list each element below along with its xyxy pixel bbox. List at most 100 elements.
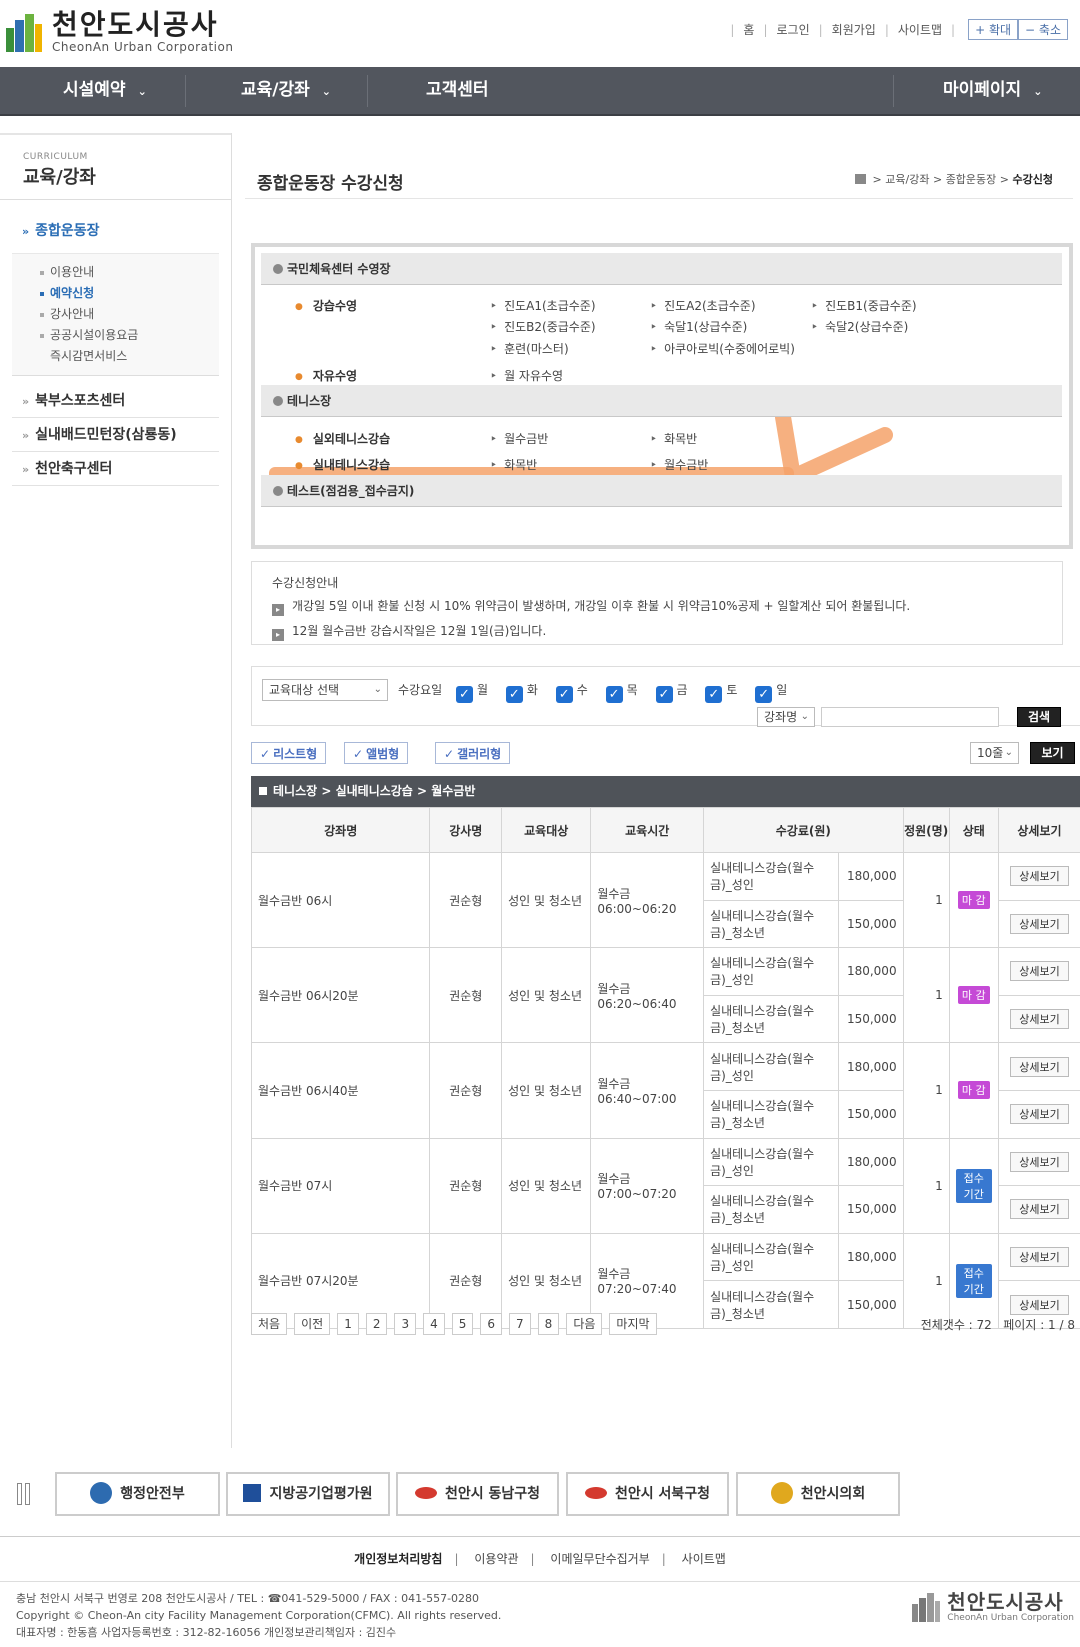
site-logo[interactable]: 천안도시공사 CheonAn Urban Corporation <box>2 10 233 54</box>
page-number[interactable]: 8 <box>537 1313 560 1335</box>
privacy-policy-link[interactable]: 개인정보처리방침 <box>354 1552 442 1566</box>
login-link[interactable]: 로그인 <box>776 21 809 38</box>
page-next[interactable]: 다음 <box>566 1313 603 1335</box>
home-icon[interactable] <box>855 174 867 184</box>
page-number[interactable]: 1 <box>337 1313 359 1335</box>
banner-mois[interactable]: 행정안전부 <box>55 1472 220 1516</box>
side-cat-north-sports[interactable]: » 북부스포츠센터 <box>12 384 219 418</box>
section-title: 테니스장 <box>287 394 332 408</box>
detail-button[interactable]: 상세보기 <box>1010 1294 1069 1315</box>
search-button[interactable]: 검색 <box>1017 707 1061 727</box>
detail-button[interactable]: 상세보기 <box>1010 913 1069 934</box>
breadcrumb-item[interactable]: 종합운동장 <box>946 173 997 186</box>
side-sub-fees[interactable]: 공공시설이용요금 <box>40 325 219 346</box>
gnb-education[interactable]: 교육/강좌 ⌄ <box>241 67 331 114</box>
detail-button[interactable]: 상세보기 <box>1010 866 1069 887</box>
page-prev[interactable]: 이전 <box>294 1313 331 1335</box>
home-link[interactable]: 홈 <box>743 21 754 38</box>
banner-dongnam[interactable]: 천안시 동남구청 <box>396 1472 559 1516</box>
breadcrumb-item[interactable]: 교육/강좌 <box>885 173 929 186</box>
zoom-out-button[interactable]: − 축소 <box>1018 19 1068 40</box>
program-list: 국민체육센터 수영장 강습수영 진도A1(초급수준) 진도A2(초급수준) 진도… <box>251 243 1073 549</box>
day-mon[interactable]: ✓ 월 <box>456 683 488 703</box>
page-number[interactable]: 2 <box>365 1313 388 1335</box>
zoom-in-button[interactable]: + 확대 <box>968 19 1019 40</box>
day-fri[interactable]: ✓ 금 <box>655 683 688 703</box>
page-number[interactable]: 5 <box>451 1313 474 1335</box>
page-number[interactable]: 4 <box>423 1313 445 1335</box>
per-page-select[interactable]: 10줄 ⌄ <box>970 742 1019 764</box>
program-link[interactable]: 숙달1(상급수준) <box>650 318 747 335</box>
program-link[interactable]: 진도A2(초급수준) <box>650 297 755 314</box>
banner-council[interactable]: 천안시의회 <box>736 1472 900 1516</box>
program-link[interactable]: 화목반 <box>490 456 537 473</box>
program-link[interactable]: 아쿠아로빅(수중에어로빅) <box>650 340 795 357</box>
side-sub-reservation[interactable]: 예약신청 <box>40 283 219 304</box>
detail-button[interactable]: 상세보기 <box>1010 1056 1069 1077</box>
footer-logo-mark-icon <box>912 1593 941 1622</box>
detail-button[interactable]: 상세보기 <box>1010 1247 1069 1268</box>
view-list-button[interactable]: ✓ 리스트형 <box>251 742 327 764</box>
program-link[interactable]: 월수금반 <box>650 456 708 473</box>
signup-link[interactable]: 회원가입 <box>832 21 876 38</box>
view-button[interactable]: 보기 <box>1030 742 1075 764</box>
page-first[interactable]: 처음 <box>251 1313 288 1335</box>
program-link[interactable]: 화목반 <box>650 430 697 447</box>
sitemap-link[interactable]: 사이트맵 <box>898 21 942 38</box>
page-number[interactable]: 7 <box>509 1313 531 1335</box>
side-sub-reduction[interactable]: 즉시감면서비스 <box>40 346 219 367</box>
program-link[interactable]: 월 자유수영 <box>490 367 563 384</box>
day-sat[interactable]: ✓ 토 <box>705 683 737 703</box>
side-cat-stadium[interactable]: » 종합운동장 <box>12 220 219 253</box>
course-hours: 06:20~06:40 <box>597 996 677 1011</box>
detail-cell: 상세보기 <box>997 994 1080 1044</box>
check-icon: ✓ <box>260 747 271 761</box>
side-cat-football-center[interactable]: » 천안축구센터 <box>12 452 219 486</box>
detail-button[interactable]: 상세보기 <box>1010 1199 1069 1220</box>
checkbox-checked-icon[interactable]: ✓ <box>456 686 473 703</box>
program-link[interactable]: 진도B2(중급수준) <box>490 318 595 335</box>
program-link[interactable]: 월수금반 <box>490 430 548 447</box>
view-album-button[interactable]: ✓ 앨범형 <box>344 742 409 764</box>
banner-evaluation[interactable]: 지방공기업평가원 <box>226 1472 390 1516</box>
pause-icon[interactable] <box>17 1483 31 1505</box>
program-indoor-tennis: 실내테니스강습 <box>295 456 390 473</box>
detail-button[interactable]: 상세보기 <box>1010 1104 1069 1125</box>
program-link[interactable]: 진도A1(초급수준) <box>490 297 595 314</box>
email-refusal-link[interactable]: 이메일무단수집거부 <box>550 1552 649 1566</box>
checkbox-checked-icon[interactable]: ✓ <box>555 686 573 703</box>
footer-sitemap-link[interactable]: 사이트맵 <box>682 1552 726 1566</box>
gnb-customer-center[interactable]: 고객센터 <box>426 67 489 114</box>
day-thu[interactable]: ✓ 목 <box>605 683 638 703</box>
checkbox-checked-icon[interactable]: ✓ <box>705 686 723 703</box>
day-wed[interactable]: ✓ 수 <box>555 683 588 703</box>
detail-button[interactable]: 상세보기 <box>1010 961 1069 982</box>
checkbox-checked-icon[interactable]: ✓ <box>605 686 623 703</box>
info-icon: ▸ <box>272 629 284 641</box>
page-number[interactable]: 3 <box>394 1313 417 1335</box>
program-link[interactable]: 훈련(마스터) <box>490 340 569 357</box>
detail-button[interactable]: 상세보기 <box>1010 1151 1069 1172</box>
terms-link[interactable]: 이용약관 <box>474 1552 518 1566</box>
program-link[interactable]: 진도B1(중급수준) <box>811 297 916 314</box>
page-number[interactable]: 6 <box>480 1313 503 1335</box>
day-tue[interactable]: ✓ 화 <box>505 683 538 703</box>
side-cat-badminton[interactable]: » 실내배드민턴장(삼룡동) <box>12 418 219 452</box>
detail-button[interactable]: 상세보기 <box>1010 1009 1069 1030</box>
gnb-mypage[interactable]: 마이페이지 ⌄ <box>943 67 1042 114</box>
checkbox-checked-icon[interactable]: ✓ <box>655 686 673 703</box>
view-gallery-button[interactable]: ✓ 갤러리형 <box>435 742 511 764</box>
side-sub-usage[interactable]: 이용안내 <box>40 262 219 283</box>
section-title[interactable]: 테스트(점검용_접수금지) <box>287 484 414 498</box>
day-sun[interactable]: ✓ 일 <box>755 683 787 703</box>
target-select[interactable]: 교육대상 선택 ⌄ <box>262 679 388 701</box>
search-field-select[interactable]: 강좌명 ⌄ <box>757 707 815 727</box>
search-input[interactable] <box>821 707 999 727</box>
page-last[interactable]: 마지막 <box>609 1313 657 1335</box>
checkbox-checked-icon[interactable]: ✓ <box>755 686 773 703</box>
banner-seobuk[interactable]: 천안시 서북구청 <box>566 1472 729 1516</box>
side-sub-instructors[interactable]: 강사안내 <box>40 304 219 325</box>
checkbox-checked-icon[interactable]: ✓ <box>505 686 523 703</box>
program-link[interactable]: 숙달2(상급수준) <box>811 318 908 335</box>
gnb-facility-reservation[interactable]: 시설예약 ⌄ <box>63 67 147 114</box>
